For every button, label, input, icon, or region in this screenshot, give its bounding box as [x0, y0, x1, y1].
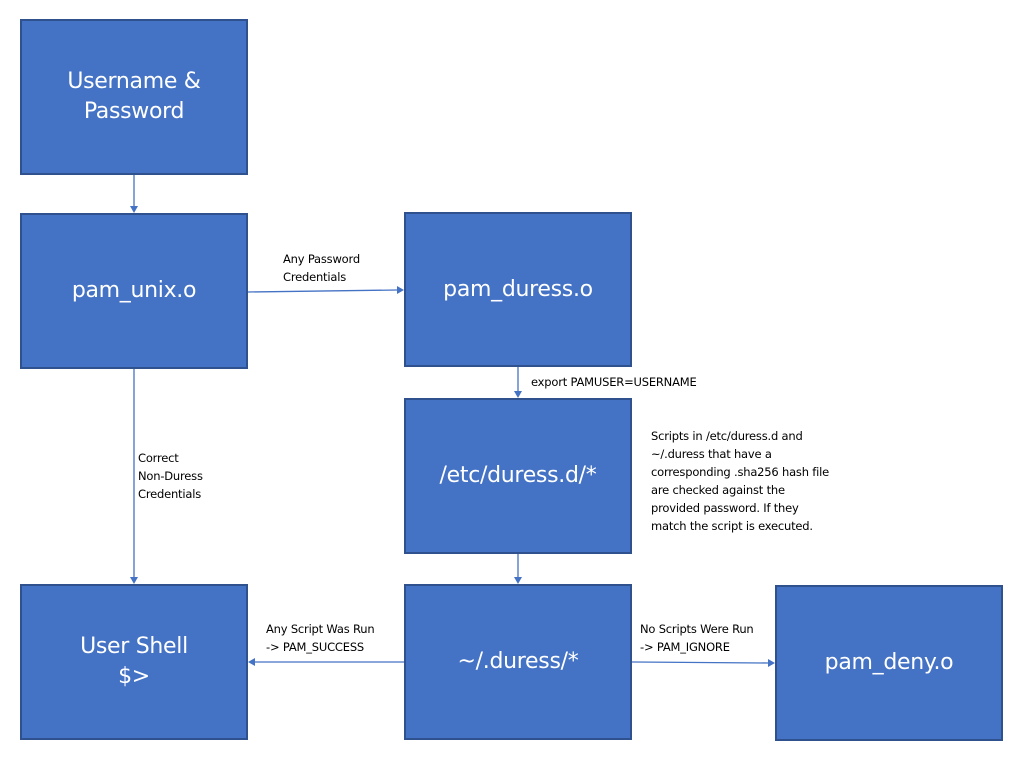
arrowhead-icon — [514, 391, 522, 398]
node-user-shell: User Shell $> — [20, 584, 248, 740]
edge-label-line: Any Script Was Run — [266, 622, 375, 636]
node-label-line: pam_duress.o — [443, 276, 593, 302]
annotation-line: are checked against the — [651, 483, 785, 497]
node-pam-deny: pam_deny.o — [775, 585, 1003, 741]
annotation-line: provided password. If they — [651, 501, 799, 515]
edge-home-duress-to-pam-deny — [631, 659, 775, 667]
node-home-duress: ~/.duress/* — [404, 584, 632, 740]
edge-label-line: Correct — [138, 451, 179, 465]
edge-label-any-script-was-run: Any Script Was Run -> PAM_SUCCESS — [266, 620, 375, 656]
node-label-line: pam_unix.o — [71, 278, 197, 303]
node-label-line: Username & — [67, 69, 201, 94]
edge-credentials-to-pam-unix — [130, 175, 138, 213]
edge-label-line: -> PAM_IGNORE — [640, 640, 730, 654]
edge-pam-unix-to-pam-duress — [247, 286, 404, 294]
annotation-line: match the script is executed. — [651, 519, 813, 533]
edge-label-line: export PAMUSER=USERNAME — [531, 375, 697, 389]
edge-home-duress-to-user-shell — [248, 658, 404, 666]
edge-etc-duress-to-home-duress — [514, 554, 522, 584]
edge-label-line: No Scripts Were Run — [640, 622, 754, 636]
edge-pam-duress-to-etc-duress — [514, 367, 522, 398]
arrowhead-icon — [130, 577, 138, 584]
edge-label-any-password-credentials: Any Password Credentials — [283, 250, 360, 286]
node-label-line: $> — [118, 664, 150, 689]
annotation-line: corresponding .sha256 hash file — [651, 465, 829, 479]
arrowhead-icon — [248, 658, 255, 666]
arrowhead-icon — [514, 577, 522, 584]
node-username-password: Username & Password — [20, 19, 248, 175]
node-label-line: /etc/duress.d/* — [439, 463, 597, 488]
node-label-line: Password — [83, 99, 185, 124]
node-label-line: pam_deny.o — [824, 650, 954, 675]
edge-label-no-scripts-were-run: No Scripts Were Run -> PAM_IGNORE — [640, 620, 754, 656]
annotation-line: Scripts in /etc/duress.d and — [651, 429, 803, 443]
edge-pam-unix-to-user-shell — [130, 369, 138, 584]
edge-label-export-pamuser: export PAMUSER=USERNAME — [531, 373, 697, 391]
annotation-line: ~/.duress that have a — [651, 447, 772, 461]
node-label-line: ~/.duress/* — [457, 649, 579, 674]
edge-label-line: -> PAM_SUCCESS — [266, 640, 365, 654]
edge-label-correct-non-duress-credentials: Correct Non-Duress Credentials — [138, 449, 203, 503]
edge-label-line: Any Password — [283, 252, 360, 266]
arrowhead-icon — [397, 286, 404, 294]
node-pam-unix: pam_unix.o — [20, 213, 248, 369]
arrowhead-icon — [130, 206, 138, 213]
arrowhead-icon — [768, 659, 775, 667]
edge-label-line: Credentials — [283, 270, 346, 284]
edge-label-line: Credentials — [138, 487, 201, 501]
node-etc-duress-d: /etc/duress.d/* — [404, 398, 632, 554]
edge-label-line: Non-Duress — [138, 469, 203, 483]
node-label-line: User Shell — [80, 634, 188, 659]
annotation-scripts-note: Scripts in /etc/duress.d and ~/.duress t… — [651, 427, 829, 535]
node-pam-duress: pam_duress.o — [404, 212, 632, 367]
